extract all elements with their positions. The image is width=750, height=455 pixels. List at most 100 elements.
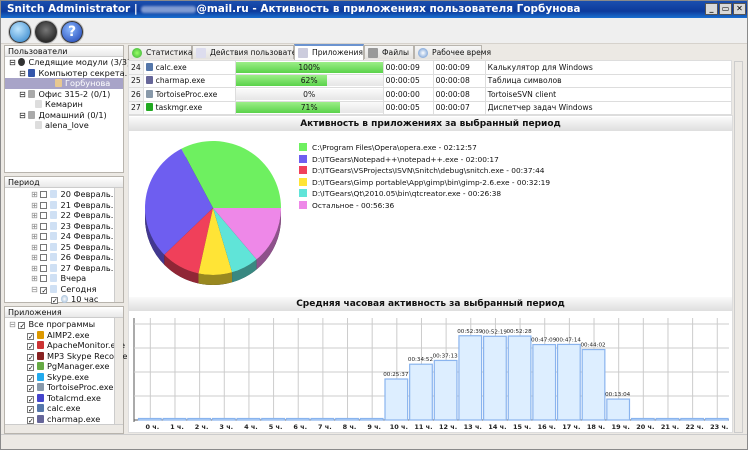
bar[interactable]	[335, 417, 359, 421]
table-row[interactable]: 26 TortoiseProc.exe 0% 00:00:00 00:00:08…	[128, 87, 733, 102]
tab-applications[interactable]: Приложения	[294, 44, 364, 60]
main-scrollbar[interactable]	[734, 61, 743, 433]
bar[interactable]	[483, 335, 507, 421]
bar[interactable]	[384, 378, 409, 421]
x-tick-label: 19 ч.	[612, 423, 630, 431]
bar[interactable]	[187, 417, 212, 421]
tree-node[interactable]: ⊟ Домашний (0/1)	[5, 110, 123, 121]
app-item[interactable]: ✓ calc.exe	[5, 403, 123, 414]
bar[interactable]	[433, 359, 458, 421]
minimize-button[interactable]: _	[705, 3, 718, 15]
app-item[interactable]: ✓ TortoiseProc.exe	[5, 382, 123, 393]
checkbox[interactable]	[40, 222, 48, 230]
bar[interactable]	[630, 417, 655, 421]
period-item[interactable]: ⊞ 20 Февраль...	[5, 189, 123, 200]
tree-node[interactable]: Кемарин	[5, 99, 123, 110]
apps-vscrollbar[interactable]	[114, 318, 123, 424]
checkbox[interactable]: ✓	[27, 406, 34, 414]
period-item[interactable]: ⊞ 26 Февраль...	[5, 252, 123, 263]
apps-hscrollbar[interactable]	[5, 424, 123, 433]
checkbox[interactable]: ✓	[27, 374, 34, 382]
app-item[interactable]: ✓ MP3 Skype Recorder	[5, 351, 131, 361]
help-icon[interactable]: ?	[61, 21, 83, 43]
checkbox[interactable]: ✓	[40, 286, 48, 294]
app-item[interactable]: ✓ Totalcmd.exe	[5, 393, 123, 403]
app-item[interactable]: ✓ ApacheMonitor.exe	[5, 340, 125, 351]
restore-button[interactable]: ▭	[719, 3, 732, 15]
legend-swatch	[299, 166, 307, 174]
tree-node[interactable]: alena_love	[5, 120, 123, 131]
tree-node[interactable]: ⊟ Следящие модули (3/3)	[5, 57, 130, 68]
period-scrollbar[interactable]	[114, 188, 123, 302]
period-item[interactable]: ⊞ 23 Февраль...	[5, 221, 123, 232]
bar[interactable]	[409, 363, 433, 421]
tree-node[interactable]: ⊟ Компьютер секрета...	[5, 68, 132, 79]
spy-icon[interactable]	[35, 21, 57, 43]
app-item[interactable]: ✓ AIMP2.exe	[5, 330, 123, 340]
app-item[interactable]: ✓ Skype.exe	[5, 372, 123, 382]
period-item[interactable]: ⊞ Вчера	[5, 273, 123, 284]
checkbox[interactable]: ✓	[51, 297, 58, 305]
checkbox[interactable]: ✓	[27, 395, 34, 403]
bar[interactable]	[704, 417, 729, 421]
bar[interactable]	[236, 417, 261, 421]
tab-work-time[interactable]: Рабочее время	[414, 45, 491, 59]
table-row[interactable]: 24 calc.exe 100% 00:00:09 00:00:09 Кальк…	[128, 60, 733, 75]
table-row[interactable]: 27 taskmgr.exe 71% 00:00:05 00:00:07 Дис…	[128, 100, 733, 115]
bar[interactable]	[680, 417, 705, 421]
period-item[interactable]: ⊟ ✓ Сегодня	[5, 284, 123, 295]
checkbox[interactable]: ✓	[27, 385, 34, 393]
calendar-icon	[50, 274, 58, 282]
close-button[interactable]: ✕	[733, 3, 746, 15]
refresh-icon[interactable]	[9, 21, 31, 43]
bar[interactable]	[507, 335, 532, 421]
active-time: 00:00:05	[382, 100, 434, 115]
tab-files[interactable]: Файлы	[364, 45, 414, 59]
checkbox[interactable]	[40, 243, 48, 251]
checkbox[interactable]: ✓	[27, 416, 34, 424]
checkbox[interactable]: ✓	[27, 343, 34, 351]
checkbox[interactable]: ✓	[27, 353, 34, 361]
bar[interactable]	[655, 417, 680, 421]
period-item[interactable]: ⊞ 27 Февраль...	[5, 263, 123, 274]
period-item[interactable]: ✓ 10 час	[5, 294, 123, 305]
bar[interactable]	[606, 398, 631, 421]
bar[interactable]	[162, 417, 187, 421]
checkbox[interactable]	[40, 233, 48, 240]
bar[interactable]	[137, 417, 162, 421]
checkbox[interactable]	[40, 264, 48, 272]
app-item[interactable]: ⊟ ✓ Все программы	[5, 319, 123, 330]
checkbox[interactable]	[40, 275, 48, 282]
bar[interactable]	[285, 417, 310, 421]
period-item[interactable]: ⊞ 25 Февраль...	[5, 242, 123, 253]
bar[interactable]	[556, 343, 581, 421]
tree-node[interactable]: ⊟ Офис 315-2 (0/1)	[5, 89, 123, 100]
checkbox[interactable]: ✓	[18, 322, 26, 330]
bar[interactable]	[581, 348, 606, 421]
period-item[interactable]: ⊞ 21 Февраль...	[5, 200, 123, 211]
bar[interactable]	[211, 417, 236, 421]
checkbox[interactable]: ✓	[27, 364, 34, 372]
app-item[interactable]: ✓ charmap.exe	[5, 414, 123, 424]
period-item[interactable]: ⊞ 24 Февраль...	[5, 231, 123, 242]
checkbox[interactable]: ✓	[27, 332, 34, 340]
checkbox[interactable]	[40, 201, 48, 209]
legend-item: D:\ITGears\VSProjects\ISVN\Snitch\debug\…	[299, 165, 550, 177]
bar[interactable]	[532, 343, 557, 421]
checkbox[interactable]	[40, 212, 48, 219]
checkbox[interactable]	[40, 254, 48, 261]
tree-node-selected[interactable]: Горбунова	[5, 78, 123, 89]
tab-statistics[interactable]: Статистика	[128, 45, 193, 59]
bar[interactable]	[261, 417, 285, 421]
bar[interactable]	[359, 417, 384, 421]
checkbox[interactable]	[40, 191, 48, 198]
tab-user-actions[interactable]: Действия пользователя	[192, 45, 306, 59]
period-item[interactable]: ⊞ 22 Февраль...	[5, 210, 123, 221]
app-item[interactable]: ✓ PgManager.exe	[5, 361, 123, 372]
bar[interactable]	[458, 335, 483, 421]
app-icon	[37, 341, 44, 349]
table-row[interactable]: 25 charmap.exe 62% 00:00:05 00:00:08 Таб…	[128, 73, 733, 88]
pie-chart	[144, 141, 281, 285]
bar[interactable]	[310, 417, 335, 421]
x-tick-label: 8 ч.	[343, 423, 357, 431]
